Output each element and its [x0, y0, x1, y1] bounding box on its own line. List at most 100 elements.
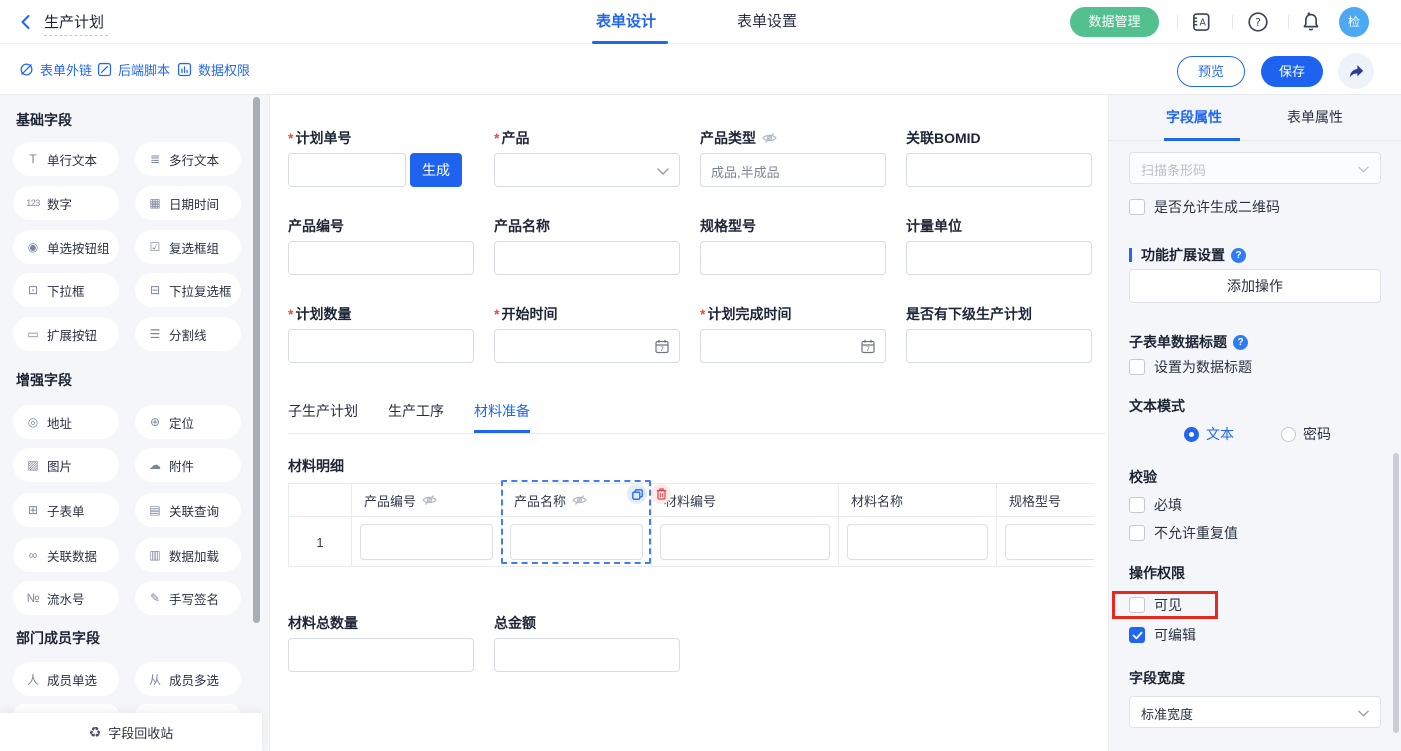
field-product-code[interactable]: 产品编号	[288, 216, 474, 275]
material-total-qty-input[interactable]	[288, 638, 474, 672]
field-total-amount[interactable]: 总金额	[494, 613, 680, 672]
field-item-number[interactable]: 123数字	[13, 186, 119, 220]
bom-id-input[interactable]	[906, 153, 1092, 187]
start-time-input[interactable]: 7	[494, 329, 680, 363]
field-item-address[interactable]: ◎地址	[13, 405, 119, 439]
field-item-subform[interactable]: ⊞子表单	[13, 493, 119, 527]
cell-product-code-input[interactable]	[360, 524, 493, 560]
field-product-type[interactable]: 产品类型 成品,半成品	[700, 128, 886, 187]
set-data-title-checkbox[interactable]: 设置为数据标题	[1129, 357, 1252, 377]
field-item-attachment[interactable]: ☁附件	[135, 448, 241, 482]
copy-column-button[interactable]	[627, 484, 647, 504]
field-item-signature[interactable]: ✎手写签名	[135, 581, 241, 615]
manual-book-icon[interactable]: A	[1190, 11, 1212, 33]
field-recycle-bin[interactable]: ♻ 字段回收站	[0, 713, 262, 751]
col-product-code[interactable]: 产品编号	[352, 484, 502, 516]
add-action-button[interactable]: 添加操作	[1129, 269, 1381, 303]
field-item-member-multi[interactable]: 从成员多选	[135, 662, 241, 696]
delete-column-button[interactable]	[651, 484, 671, 504]
field-item-checkbox-group[interactable]: ☑复选框组	[135, 230, 241, 264]
backend-script-action[interactable]: 后端脚本	[96, 44, 170, 95]
user-avatar[interactable]: 检	[1339, 7, 1369, 37]
tab-form-design[interactable]: 表单设计	[596, 0, 656, 44]
field-item-multi-dropdown[interactable]: ⊟下拉复选框	[135, 273, 241, 307]
field-plan-qty[interactable]: *计划数量	[288, 304, 474, 363]
spec-input[interactable]	[700, 241, 886, 275]
field-has-sub-plan[interactable]: 是否有下级生产计划	[906, 304, 1092, 363]
share-button[interactable]	[1338, 53, 1374, 89]
sidebar-scrollbar[interactable]	[253, 97, 260, 623]
data-manage-button[interactable]: 数据管理	[1070, 7, 1159, 37]
material-detail-table[interactable]: 产品编号 产品名称 材料编号 材料名称 规格型号 1	[288, 483, 1094, 567]
tab-form-properties[interactable]: 表单属性	[1287, 95, 1343, 141]
field-item-single-line-text[interactable]: T单行文本	[13, 142, 119, 176]
barcode-select[interactable]: 扫描条形码	[1129, 152, 1381, 184]
help-icon[interactable]: ?	[1247, 11, 1269, 33]
tab-sub-production-plan[interactable]: 子生产计划	[288, 401, 358, 433]
radio-text[interactable]: 文本	[1184, 424, 1234, 444]
external-link-action[interactable]: 表单外链	[18, 44, 92, 95]
generate-button[interactable]: 生成	[410, 153, 462, 187]
tab-production-process[interactable]: 生产工序	[388, 401, 444, 433]
visible-checkbox[interactable]: 可见	[1129, 595, 1182, 615]
total-amount-input[interactable]	[494, 638, 680, 672]
unit-input[interactable]	[906, 241, 1092, 275]
product-code-input[interactable]	[288, 241, 474, 275]
field-item-linked-query[interactable]: ▤关联查询	[135, 493, 241, 527]
question-circle-icon[interactable]: ?	[1231, 248, 1246, 263]
finish-time-input[interactable]: 7	[700, 329, 886, 363]
subform-tabs: 子生产计划 生产工序 材料准备	[288, 401, 1105, 434]
field-product[interactable]: *产品	[494, 128, 680, 187]
tab-form-settings[interactable]: 表单设置	[737, 0, 797, 44]
cell-material-name-input[interactable]	[847, 524, 988, 560]
field-item-serial-number[interactable]: №流水号	[13, 581, 119, 615]
qr-code-checkbox[interactable]: 是否允许生成二维码	[1129, 197, 1280, 217]
field-item-member-single[interactable]: 人成员单选	[13, 662, 119, 696]
field-plan-no[interactable]: *计划单号 生成	[288, 128, 474, 187]
cell-product-name-input[interactable]	[510, 524, 643, 560]
field-item-data-load[interactable]: ▥数据加载	[135, 538, 241, 572]
cell-spec-model-input[interactable]	[1005, 524, 1094, 560]
tab-field-properties[interactable]: 字段属性	[1166, 95, 1222, 141]
field-item-image[interactable]: ▨图片	[13, 448, 119, 482]
no-duplicate-checkbox[interactable]: 不允许重复值	[1129, 523, 1238, 543]
question-circle-icon[interactable]: ?	[1233, 335, 1248, 350]
form-canvas[interactable]: *计划单号 生成 *产品 产品类型 成品,半成品 关联BOMID 产品编号 产品…	[270, 95, 1108, 751]
field-item-linked-data[interactable]: ∞关联数据	[13, 538, 119, 572]
col-material-name[interactable]: 材料名称	[839, 484, 997, 516]
product-type-input[interactable]: 成品,半成品	[700, 153, 886, 187]
field-unit[interactable]: 计量单位	[906, 216, 1092, 275]
field-item-extend-button[interactable]: ▭扩展按钮	[13, 317, 119, 351]
field-spec[interactable]: 规格型号	[700, 216, 886, 275]
plan-qty-input[interactable]	[288, 329, 474, 363]
product-name-input[interactable]	[494, 241, 680, 275]
field-item-datetime[interactable]: ▦日期时间	[135, 186, 241, 220]
field-item-divider[interactable]: ☰分割线	[135, 317, 241, 351]
field-item-dropdown[interactable]: ⊡下拉框	[13, 273, 119, 307]
has-sub-plan-input[interactable]	[906, 329, 1092, 363]
field-bom-id[interactable]: 关联BOMID	[906, 128, 1092, 187]
notification-bell-icon[interactable]	[1300, 11, 1322, 33]
preview-button[interactable]: 预览	[1177, 56, 1245, 87]
field-start-time[interactable]: *开始时间 7	[494, 304, 680, 363]
field-item-multi-line-text[interactable]: ≣多行文本	[135, 142, 241, 176]
field-item-radio-group[interactable]: ◉单选按钮组	[13, 230, 119, 264]
panel-scrollbar[interactable]	[1393, 453, 1399, 733]
data-permission-action[interactable]: 数据权限	[176, 44, 250, 95]
radio-password[interactable]: 密码	[1281, 424, 1331, 444]
product-select[interactable]	[494, 153, 680, 187]
cell-material-code-input[interactable]	[660, 524, 830, 560]
field-finish-time[interactable]: *计划完成时间 7	[700, 304, 886, 363]
field-item-location[interactable]: ⊕定位	[135, 405, 241, 439]
field-width-select[interactable]: 标准宽度	[1129, 696, 1381, 728]
field-material-total-qty[interactable]: 材料总数量	[288, 613, 474, 672]
required-checkbox[interactable]: 必填	[1129, 495, 1182, 515]
save-button[interactable]: 保存	[1261, 56, 1323, 87]
editable-checkbox[interactable]: 可编辑	[1129, 625, 1196, 645]
tab-material-preparation[interactable]: 材料准备	[474, 401, 530, 433]
back-button[interactable]	[16, 12, 36, 32]
col-material-code[interactable]: 材料编号	[652, 484, 839, 516]
plan-no-input[interactable]	[288, 153, 406, 187]
field-product-name[interactable]: 产品名称	[494, 216, 680, 275]
col-spec-model[interactable]: 规格型号	[997, 484, 1094, 516]
